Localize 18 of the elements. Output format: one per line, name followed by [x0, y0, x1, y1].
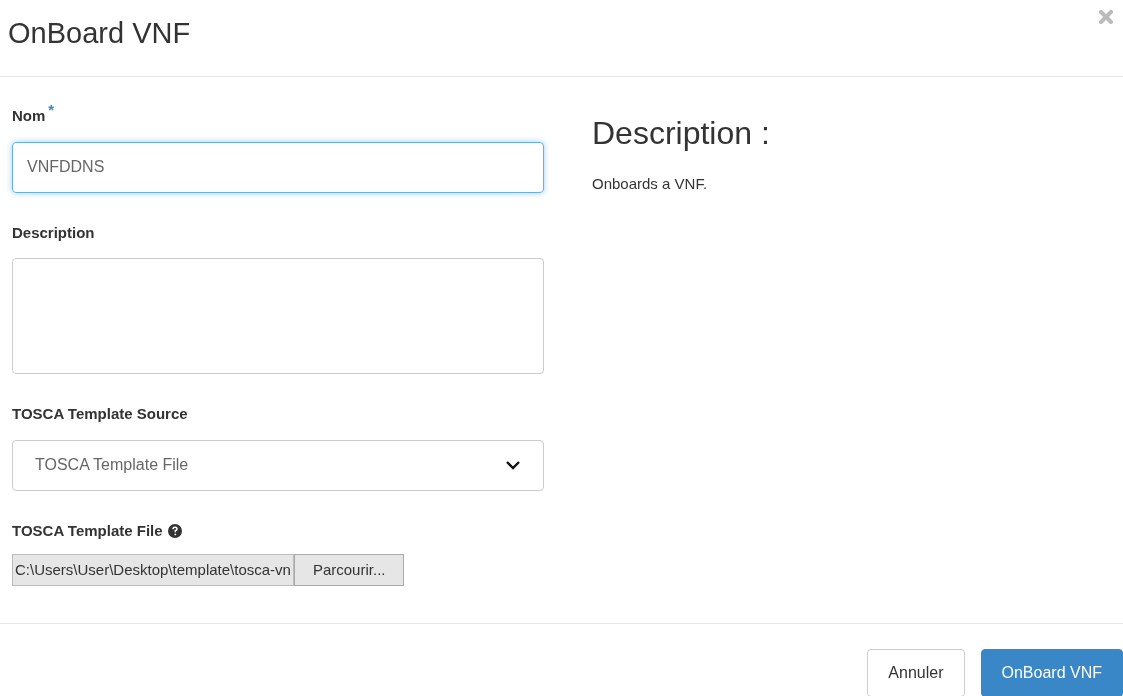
browse-button[interactable]: Parcourir...	[293, 554, 405, 586]
field-label: TOSCA Template Source	[12, 404, 189, 424]
help-icon[interactable]	[167, 523, 182, 538]
dialog-title: OnBoard VNF	[8, 16, 191, 51]
submit-button[interactable]: OnBoard VNF	[980, 649, 1123, 696]
file-path-field[interactable]: C:\Users\User\Desktop\template\tosca-vn	[12, 554, 294, 586]
description-field[interactable]	[12, 258, 544, 374]
help-title: Description :	[592, 114, 770, 153]
field-label: Description	[12, 222, 96, 243]
required-mark: *	[48, 100, 55, 120]
source-select[interactable]: TOSCA Template File	[12, 439, 544, 491]
cancel-button[interactable]: Annuler	[867, 649, 965, 696]
help-text: Onboards a VNF.	[592, 174, 709, 194]
field-label: TOSCA Template File	[12, 520, 163, 541]
name-field[interactable]: VNFDDNS	[12, 141, 544, 193]
field-label: Nom	[12, 106, 46, 126]
close-icon[interactable]	[1099, 10, 1113, 24]
chevron-down-icon	[505, 460, 521, 470]
